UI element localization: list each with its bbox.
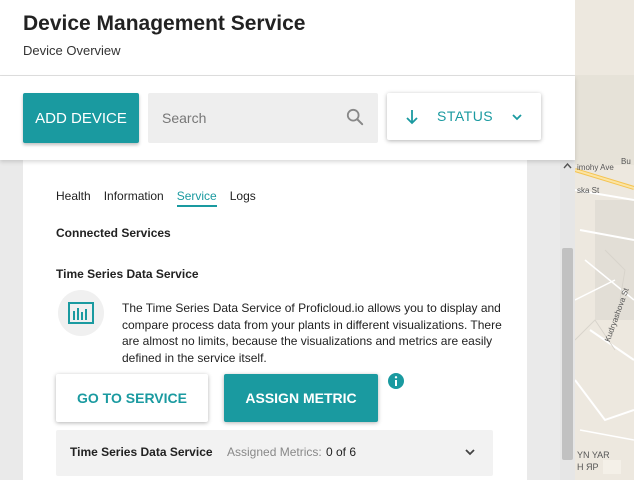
detail-tabs: Health Information Service Logs [56,189,256,207]
map-district-label: Н ЯР [577,462,599,472]
metric-row[interactable]: Time Series Data Service Assigned Metric… [56,430,493,476]
assigned-metrics-label: Assigned Metrics: [227,445,322,459]
device-detail-panel: Health Information Service Logs Connecte… [23,160,527,480]
service-title: Time Series Data Service [56,267,199,281]
search-box [148,93,378,143]
service-description: The Time Series Data Service of Proficlo… [122,301,502,365]
scroll-up-icon[interactable] [563,163,572,169]
toolbar: ADD DEVICE STATUS [0,76,575,160]
tab-health[interactable]: Health [56,189,91,207]
status-sort-button[interactable]: STATUS [387,93,541,140]
page-subtitle: Device Overview [23,43,121,58]
scrollbar-thumb[interactable] [562,248,573,460]
map-street-label: Bu [621,157,631,166]
metric-service-name: Time Series Data Service [70,445,213,459]
info-icon[interactable] [388,373,404,389]
map-district-label: YN YAR [577,450,610,460]
chevron-down-icon[interactable] [465,447,475,457]
app-title: Device Management Service [23,12,306,35]
chevron-down-icon [512,114,522,121]
assign-metric-button[interactable]: ASSIGN METRIC [224,374,378,422]
chart-bars-icon [68,302,94,324]
search-icon[interactable] [346,108,364,126]
header: Device Management Service Device Overvie… [0,0,575,76]
map-view[interactable]: imohy Ave Bu ska St Kudryashova St YN YA… [575,0,634,480]
map-street-label: imohy Ave [577,163,614,172]
tab-service[interactable]: Service [176,189,217,207]
search-input[interactable] [162,93,342,143]
map-street-label: ska St [577,186,600,195]
tab-logs[interactable]: Logs [230,189,256,207]
assigned-metrics-value: 0 of 6 [326,445,357,459]
status-label: STATUS [437,108,494,124]
service-icon-circle [58,290,104,336]
add-device-button[interactable]: ADD DEVICE [23,93,139,143]
arrow-down-icon [406,110,418,125]
scrollbar[interactable] [560,160,575,480]
tab-information[interactable]: Information [104,189,164,207]
connected-services-heading: Connected Services [56,226,171,240]
go-to-service-button[interactable]: GO TO SERVICE [56,374,208,422]
map-streets [575,0,634,480]
